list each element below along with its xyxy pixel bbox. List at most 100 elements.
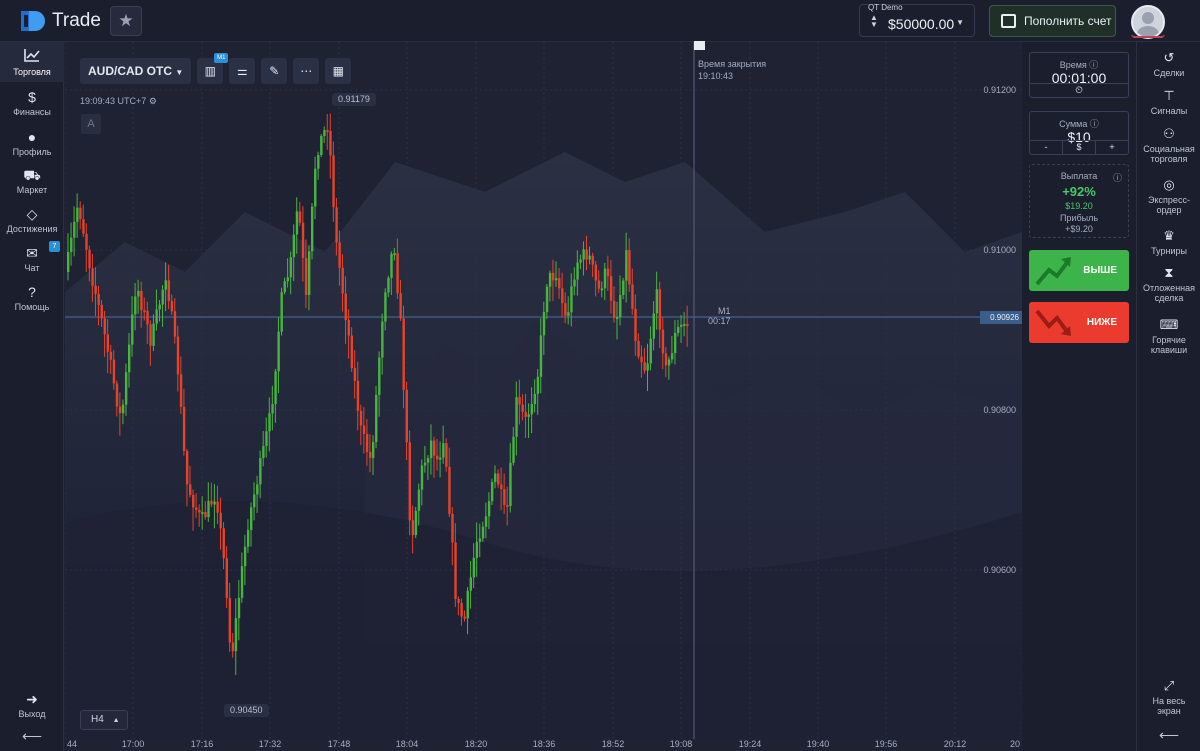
sidebar-item-tournaments[interactable]: ♛ Турниры: [1137, 228, 1200, 256]
sidebar-item-exit[interactable]: ➜ Выход: [0, 690, 64, 719]
collapse-left-button[interactable]: ⟵: [0, 728, 64, 745]
candle-body: [213, 501, 216, 505]
sidebar-item-label: Турниры: [1151, 246, 1187, 256]
x-tick-label: 19:24: [738, 739, 762, 749]
candle-body: [634, 308, 637, 341]
sidebar-item-hotkeys[interactable]: ⌨ Горячие клавиши: [1137, 317, 1200, 355]
candle-body: [91, 268, 94, 286]
asset-label: AUD/CAD OTC: [88, 64, 172, 78]
amount-minus-button[interactable]: -: [1030, 141, 1063, 154]
candle-body: [512, 436, 515, 463]
candle-body: [262, 446, 265, 458]
sidebar-item-chat[interactable]: ✉ 7 Чат: [0, 241, 64, 273]
candle-body: [192, 494, 195, 508]
candle-body: [616, 317, 619, 320]
amount-title-text: Сумма: [1059, 119, 1088, 129]
sidebar-item-social[interactable]: ⚇ Социальная торговля: [1137, 126, 1200, 164]
more-button[interactable]: ⋯: [293, 58, 320, 84]
history-icon: ↺: [1163, 50, 1175, 65]
candle-body: [124, 372, 128, 405]
candle-body: [216, 501, 219, 513]
time-box[interactable]: Время ⓘ 00:01:00 ⏲: [1029, 52, 1129, 98]
x-tick-label: 18:52: [601, 739, 625, 749]
candle-body: [161, 289, 164, 305]
grid-icon: ▦: [332, 64, 344, 78]
a-button[interactable]: A: [81, 114, 101, 134]
candle-body: [533, 393, 537, 405]
candle-body: [515, 397, 518, 437]
sell-down-button[interactable]: НИЖЕ: [1029, 302, 1129, 343]
x-tick-label: 19:56: [874, 739, 898, 749]
fullscreen-button[interactable]: ⤢ На весь экран: [1137, 678, 1200, 716]
candle-body: [268, 413, 271, 432]
candle-body: [338, 242, 341, 268]
deposit-button[interactable]: Пополнить счет: [989, 5, 1116, 37]
candle-body: [280, 292, 283, 332]
candle-body: [67, 251, 70, 272]
gear-icon[interactable]: ⚙: [149, 96, 157, 106]
account-selector[interactable]: QT Demo ▲ ▼ $50000.00 ▼: [859, 3, 975, 37]
sidebar-item-profile[interactable]: ● Профиль: [0, 128, 64, 157]
price-chart[interactable]: [65, 42, 1022, 739]
sidebar-item-trades[interactable]: ↺ Сделки: [1137, 50, 1200, 78]
sidebar-item-achievements[interactable]: ◇ Достижения: [0, 205, 64, 234]
candle-body: [597, 280, 601, 289]
sidebar-item-finance[interactable]: $ Финансы: [0, 88, 64, 117]
candle-body: [384, 292, 387, 322]
amount-plus-button[interactable]: +: [1096, 141, 1128, 154]
candle-body: [402, 318, 405, 390]
candle-body: [451, 513, 454, 543]
sidebar-item-express[interactable]: ◎ Экспресс-ордер: [1137, 177, 1200, 215]
candle-body: [628, 250, 631, 285]
candle-body: [301, 222, 305, 259]
clock-icon[interactable]: ⏲: [1030, 83, 1128, 97]
candle-body: [231, 642, 235, 652]
candle-body: [228, 598, 232, 643]
amount-box[interactable]: Сумма ⓘ $10 - $ +: [1029, 111, 1129, 155]
candle-body: [85, 233, 88, 250]
candle-body: [289, 257, 293, 278]
user-icon: ●: [27, 129, 37, 145]
candle-body: [466, 590, 469, 619]
candle-body: [112, 359, 116, 384]
sliders-icon: ⚌: [236, 64, 248, 78]
collapse-right-button[interactable]: ⟵: [1137, 728, 1200, 742]
sidebar-item-market[interactable]: ⛟ Маркет: [0, 166, 64, 195]
favorites-button[interactable]: ★: [110, 6, 142, 36]
candle-body: [481, 526, 485, 539]
candle-body: [176, 336, 180, 375]
candle-body: [76, 207, 79, 222]
layout-button[interactable]: ▦: [325, 58, 352, 84]
candle-body: [387, 277, 390, 293]
profit-value: +$9.20: [1065, 224, 1093, 234]
logo[interactable]: Trade: [20, 10, 101, 32]
up-label: ВЫШЕ: [1083, 265, 1117, 276]
hourglass-icon: ⧗: [1164, 265, 1174, 280]
x-tick-label: 17:00: [121, 739, 145, 749]
asset-selector[interactable]: AUD/CAD OTC ▼: [80, 58, 192, 84]
buy-up-button[interactable]: ВЫШЕ: [1029, 250, 1129, 291]
candle-body: [677, 326, 680, 333]
candle-body: [259, 457, 262, 485]
candle-body: [243, 546, 247, 567]
x-tick-label: 19:40: [806, 739, 830, 749]
sidebar-item-pending[interactable]: ⧗ Отложенная сделка: [1137, 265, 1200, 303]
indicators-button[interactable]: ⚌: [229, 58, 256, 84]
sidebar-item-trading[interactable]: Торговля: [0, 42, 64, 82]
candle-body: [323, 130, 326, 137]
candle-body: [152, 323, 155, 346]
x-tick-label: 20: [1009, 739, 1021, 749]
timeframe-selector[interactable]: H4 ▲: [80, 710, 128, 730]
sidebar-item-help[interactable]: ? Помощь: [0, 283, 64, 312]
candle-body: [311, 206, 314, 252]
candle-body: [442, 443, 445, 458]
chart-type-button[interactable]: ▥ M1: [197, 53, 229, 84]
candle-body: [283, 281, 286, 293]
account-type: QT Demo: [868, 3, 903, 12]
sidebar-item-signals[interactable]: ⊤ Сигналы: [1137, 88, 1200, 116]
candle-body: [417, 489, 421, 511]
currency-button[interactable]: $: [1063, 141, 1096, 154]
chart-toolbar: AUD/CAD OTC ▼ ▥ M1 ⚌ ✎ ⋯ ▦: [80, 53, 352, 84]
close-time-label: Время закрытия: [698, 59, 767, 69]
drawings-button[interactable]: ✎: [261, 58, 288, 84]
